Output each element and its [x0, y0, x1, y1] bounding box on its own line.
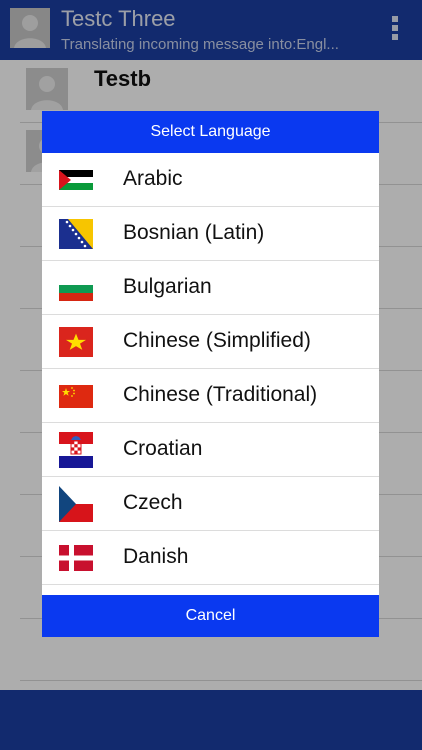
dialog-title: Select Language — [42, 111, 379, 153]
language-option-chinese-traditional[interactable]: Chinese (Traditional) — [42, 369, 379, 423]
arabic-flag-icon — [59, 165, 93, 195]
language-label: Croatian — [123, 437, 203, 460]
language-label: Arabic — [123, 167, 183, 190]
bulgaria-flag-icon — [59, 273, 93, 303]
language-option-czech[interactable]: Czech — [42, 477, 379, 531]
china-flag-icon — [59, 381, 93, 411]
language-option-arabic[interactable]: Arabic — [42, 153, 379, 207]
cancel-button[interactable]: Cancel — [42, 595, 379, 637]
language-option-bulgarian[interactable]: Bulgarian — [42, 261, 379, 315]
language-label: Danish — [123, 545, 189, 568]
language-label: Czech — [123, 491, 183, 514]
croatia-flag-icon — [59, 432, 93, 468]
language-label: Bulgarian — [123, 275, 212, 298]
language-label: Chinese (Simplified) — [123, 329, 311, 352]
language-option-chinese-simplified[interactable]: Chinese (Simplified) — [42, 315, 379, 369]
language-label: Chinese (Traditional) — [123, 383, 318, 406]
language-label: Bosnian (Latin) — [123, 221, 265, 244]
language-option-croatian[interactable]: Croatian — [42, 423, 379, 477]
language-option-danish[interactable]: Danish — [42, 531, 379, 585]
denmark-flag-icon — [59, 543, 93, 573]
czech-flag-icon — [59, 486, 93, 522]
select-language-dialog: Select Language Arabic Bosnian (Latin) B… — [42, 111, 379, 637]
vietnam-flag-icon — [59, 327, 93, 357]
bosnia-flag-icon — [59, 219, 93, 249]
language-list[interactable]: Arabic Bosnian (Latin) Bulgarian Chinese… — [42, 153, 379, 595]
language-option-bosnian[interactable]: Bosnian (Latin) — [42, 207, 379, 261]
